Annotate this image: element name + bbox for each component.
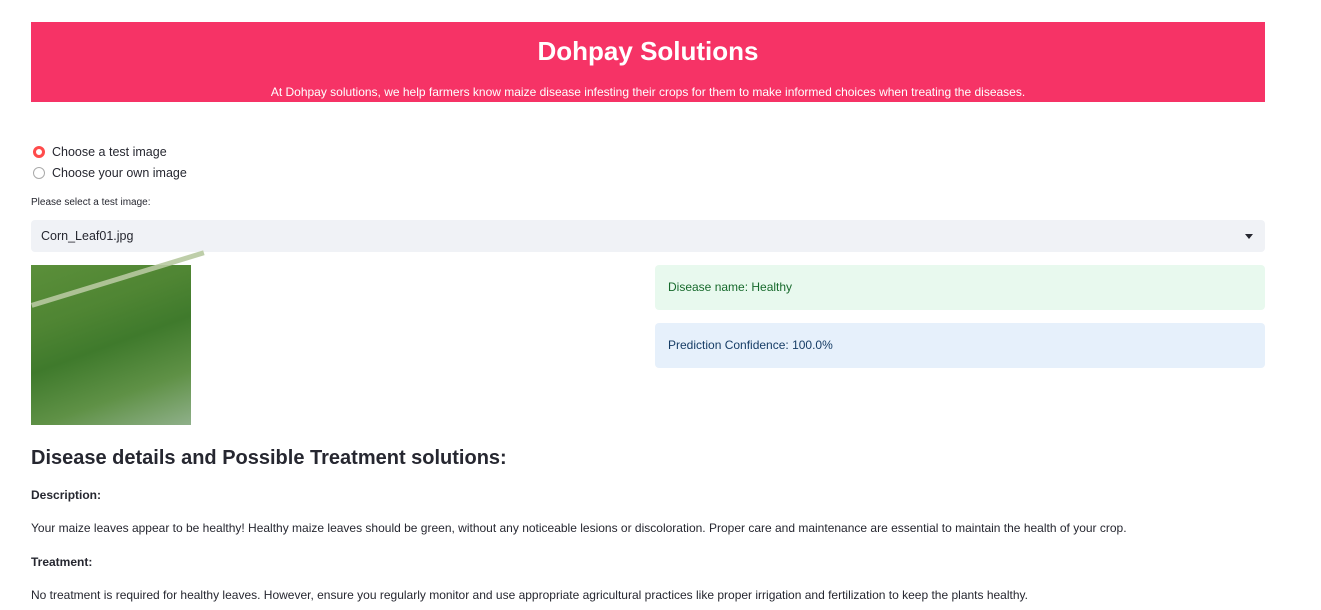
app-header: Dohpay Solutions At Dohpay solutions, we… — [31, 22, 1265, 102]
radio-unselected-icon[interactable] — [33, 167, 45, 179]
treatment-label: Treatment: — [31, 555, 93, 569]
radio-label: Choose your own image — [52, 166, 187, 180]
disease-name-alert: Disease name: Healthy — [655, 265, 1265, 310]
treatment-text: No treatment is required for healthy lea… — [31, 588, 1028, 602]
select-label: Please select a test image: — [31, 197, 151, 208]
details-heading: Disease details and Possible Treatment s… — [31, 447, 507, 469]
leaf-image — [31, 250, 205, 425]
radio-label: Choose a test image — [52, 145, 167, 159]
description-label: Description: — [31, 488, 102, 502]
radio-own-image[interactable]: Choose your own image — [33, 166, 187, 180]
test-image-select[interactable]: Corn_Leaf01.jpg — [31, 220, 1265, 252]
description-text: Your maize leaves appear to be healthy! … — [31, 521, 1127, 535]
radio-test-image[interactable]: Choose a test image — [33, 145, 167, 159]
app-title: Dohpay Solutions — [537, 36, 759, 66]
caret-down-icon — [1245, 234, 1253, 239]
app-subtitle: At Dohpay solutions, we help farmers kno… — [270, 85, 1026, 99]
radio-selected-icon[interactable] — [33, 146, 45, 158]
confidence-alert: Prediction Confidence: 100.0% — [655, 323, 1265, 368]
select-value: Corn_Leaf01.jpg — [41, 229, 134, 243]
